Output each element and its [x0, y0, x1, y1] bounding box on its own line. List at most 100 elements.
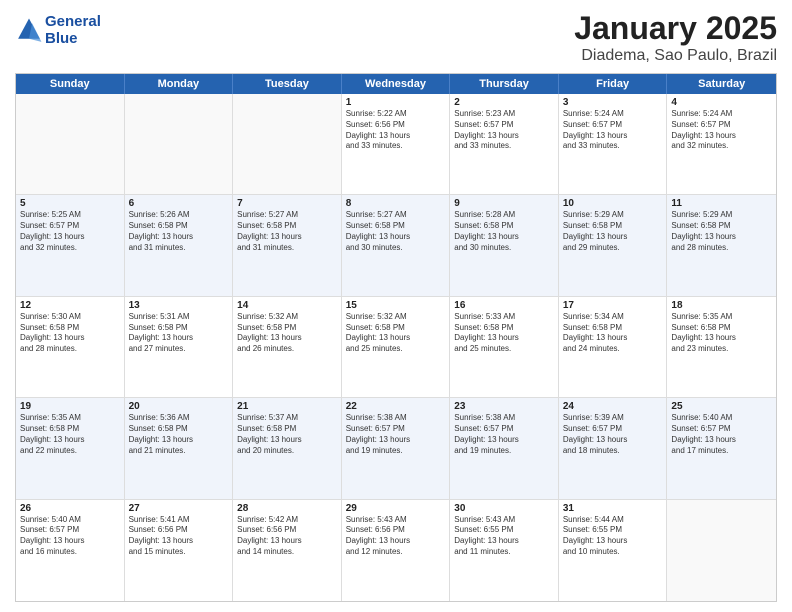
day-info: Sunrise: 5:37 AM Sunset: 6:58 PM Dayligh… — [237, 413, 337, 456]
day-number: 6 — [129, 198, 229, 209]
day-cell-21: 21Sunrise: 5:37 AM Sunset: 6:58 PM Dayli… — [233, 398, 342, 498]
day-cell-empty — [667, 500, 776, 601]
calendar-row: 1Sunrise: 5:22 AM Sunset: 6:56 PM Daylig… — [16, 94, 776, 195]
day-info: Sunrise: 5:24 AM Sunset: 6:57 PM Dayligh… — [671, 109, 772, 152]
day-number: 10 — [563, 198, 663, 209]
day-cell-26: 26Sunrise: 5:40 AM Sunset: 6:57 PM Dayli… — [16, 500, 125, 601]
day-cell-empty — [233, 94, 342, 194]
day-cell-30: 30Sunrise: 5:43 AM Sunset: 6:55 PM Dayli… — [450, 500, 559, 601]
weekday-header-sunday: Sunday — [16, 74, 125, 94]
day-number: 23 — [454, 401, 554, 412]
day-cell-19: 19Sunrise: 5:35 AM Sunset: 6:58 PM Dayli… — [16, 398, 125, 498]
day-cell-27: 27Sunrise: 5:41 AM Sunset: 6:56 PM Dayli… — [125, 500, 234, 601]
logo: General Blue — [15, 14, 101, 47]
day-number: 11 — [671, 198, 772, 209]
day-info: Sunrise: 5:27 AM Sunset: 6:58 PM Dayligh… — [237, 210, 337, 253]
day-cell-23: 23Sunrise: 5:38 AM Sunset: 6:57 PM Dayli… — [450, 398, 559, 498]
weekday-header-thursday: Thursday — [450, 74, 559, 94]
day-info: Sunrise: 5:27 AM Sunset: 6:58 PM Dayligh… — [346, 210, 446, 253]
day-cell-4: 4Sunrise: 5:24 AM Sunset: 6:57 PM Daylig… — [667, 94, 776, 194]
day-info: Sunrise: 5:35 AM Sunset: 6:58 PM Dayligh… — [20, 413, 120, 456]
day-info: Sunrise: 5:41 AM Sunset: 6:56 PM Dayligh… — [129, 515, 229, 558]
day-cell-14: 14Sunrise: 5:32 AM Sunset: 6:58 PM Dayli… — [233, 297, 342, 397]
weekday-header-saturday: Saturday — [667, 74, 776, 94]
weekday-header-monday: Monday — [125, 74, 234, 94]
day-info: Sunrise: 5:33 AM Sunset: 6:58 PM Dayligh… — [454, 312, 554, 355]
day-number: 12 — [20, 300, 120, 311]
day-info: Sunrise: 5:22 AM Sunset: 6:56 PM Dayligh… — [346, 109, 446, 152]
day-number: 7 — [237, 198, 337, 209]
day-cell-3: 3Sunrise: 5:24 AM Sunset: 6:57 PM Daylig… — [559, 94, 668, 194]
calendar-row: 19Sunrise: 5:35 AM Sunset: 6:58 PM Dayli… — [16, 398, 776, 499]
day-info: Sunrise: 5:40 AM Sunset: 6:57 PM Dayligh… — [671, 413, 772, 456]
page: General Blue January 2025 Diadema, Sao P… — [0, 0, 792, 612]
day-info: Sunrise: 5:32 AM Sunset: 6:58 PM Dayligh… — [346, 312, 446, 355]
day-cell-empty — [125, 94, 234, 194]
day-number: 31 — [563, 503, 663, 514]
day-cell-6: 6Sunrise: 5:26 AM Sunset: 6:58 PM Daylig… — [125, 195, 234, 295]
day-cell-1: 1Sunrise: 5:22 AM Sunset: 6:56 PM Daylig… — [342, 94, 451, 194]
day-cell-7: 7Sunrise: 5:27 AM Sunset: 6:58 PM Daylig… — [233, 195, 342, 295]
day-cell-25: 25Sunrise: 5:40 AM Sunset: 6:57 PM Dayli… — [667, 398, 776, 498]
day-cell-31: 31Sunrise: 5:44 AM Sunset: 6:55 PM Dayli… — [559, 500, 668, 601]
day-number: 2 — [454, 97, 554, 108]
day-info: Sunrise: 5:39 AM Sunset: 6:57 PM Dayligh… — [563, 413, 663, 456]
day-number: 3 — [563, 97, 663, 108]
weekday-header-tuesday: Tuesday — [233, 74, 342, 94]
main-title: January 2025 — [574, 10, 777, 47]
day-number: 18 — [671, 300, 772, 311]
day-cell-28: 28Sunrise: 5:42 AM Sunset: 6:56 PM Dayli… — [233, 500, 342, 601]
day-number: 24 — [563, 401, 663, 412]
day-number: 28 — [237, 503, 337, 514]
day-number: 21 — [237, 401, 337, 412]
day-number: 9 — [454, 198, 554, 209]
day-info: Sunrise: 5:43 AM Sunset: 6:55 PM Dayligh… — [454, 515, 554, 558]
day-cell-8: 8Sunrise: 5:27 AM Sunset: 6:58 PM Daylig… — [342, 195, 451, 295]
day-cell-29: 29Sunrise: 5:43 AM Sunset: 6:56 PM Dayli… — [342, 500, 451, 601]
day-info: Sunrise: 5:29 AM Sunset: 6:58 PM Dayligh… — [671, 210, 772, 253]
day-number: 29 — [346, 503, 446, 514]
weekday-header-friday: Friday — [559, 74, 668, 94]
day-info: Sunrise: 5:26 AM Sunset: 6:58 PM Dayligh… — [129, 210, 229, 253]
day-number: 27 — [129, 503, 229, 514]
day-number: 4 — [671, 97, 772, 108]
subtitle: Diadema, Sao Paulo, Brazil — [574, 47, 777, 65]
day-number: 26 — [20, 503, 120, 514]
day-cell-20: 20Sunrise: 5:36 AM Sunset: 6:58 PM Dayli… — [125, 398, 234, 498]
day-number: 19 — [20, 401, 120, 412]
day-cell-22: 22Sunrise: 5:38 AM Sunset: 6:57 PM Dayli… — [342, 398, 451, 498]
header: General Blue January 2025 Diadema, Sao P… — [15, 10, 777, 65]
logo-icon — [15, 17, 43, 45]
day-cell-24: 24Sunrise: 5:39 AM Sunset: 6:57 PM Dayli… — [559, 398, 668, 498]
day-number: 16 — [454, 300, 554, 311]
day-info: Sunrise: 5:28 AM Sunset: 6:58 PM Dayligh… — [454, 210, 554, 253]
weekday-header-wednesday: Wednesday — [342, 74, 451, 94]
day-info: Sunrise: 5:38 AM Sunset: 6:57 PM Dayligh… — [454, 413, 554, 456]
day-info: Sunrise: 5:32 AM Sunset: 6:58 PM Dayligh… — [237, 312, 337, 355]
day-number: 15 — [346, 300, 446, 311]
day-number: 20 — [129, 401, 229, 412]
day-cell-17: 17Sunrise: 5:34 AM Sunset: 6:58 PM Dayli… — [559, 297, 668, 397]
day-info: Sunrise: 5:24 AM Sunset: 6:57 PM Dayligh… — [563, 109, 663, 152]
day-cell-11: 11Sunrise: 5:29 AM Sunset: 6:58 PM Dayli… — [667, 195, 776, 295]
day-cell-empty — [16, 94, 125, 194]
day-cell-16: 16Sunrise: 5:33 AM Sunset: 6:58 PM Dayli… — [450, 297, 559, 397]
calendar-row: 26Sunrise: 5:40 AM Sunset: 6:57 PM Dayli… — [16, 500, 776, 601]
day-info: Sunrise: 5:44 AM Sunset: 6:55 PM Dayligh… — [563, 515, 663, 558]
day-cell-2: 2Sunrise: 5:23 AM Sunset: 6:57 PM Daylig… — [450, 94, 559, 194]
day-cell-10: 10Sunrise: 5:29 AM Sunset: 6:58 PM Dayli… — [559, 195, 668, 295]
day-cell-13: 13Sunrise: 5:31 AM Sunset: 6:58 PM Dayli… — [125, 297, 234, 397]
calendar-body: 1Sunrise: 5:22 AM Sunset: 6:56 PM Daylig… — [16, 94, 776, 601]
day-cell-15: 15Sunrise: 5:32 AM Sunset: 6:58 PM Dayli… — [342, 297, 451, 397]
day-cell-12: 12Sunrise: 5:30 AM Sunset: 6:58 PM Dayli… — [16, 297, 125, 397]
day-cell-5: 5Sunrise: 5:25 AM Sunset: 6:57 PM Daylig… — [16, 195, 125, 295]
day-number: 13 — [129, 300, 229, 311]
day-info: Sunrise: 5:40 AM Sunset: 6:57 PM Dayligh… — [20, 515, 120, 558]
day-info: Sunrise: 5:29 AM Sunset: 6:58 PM Dayligh… — [563, 210, 663, 253]
day-number: 1 — [346, 97, 446, 108]
day-info: Sunrise: 5:36 AM Sunset: 6:58 PM Dayligh… — [129, 413, 229, 456]
logo-text: General Blue — [45, 14, 101, 47]
day-info: Sunrise: 5:42 AM Sunset: 6:56 PM Dayligh… — [237, 515, 337, 558]
day-number: 8 — [346, 198, 446, 209]
calendar: SundayMondayTuesdayWednesdayThursdayFrid… — [15, 73, 777, 602]
